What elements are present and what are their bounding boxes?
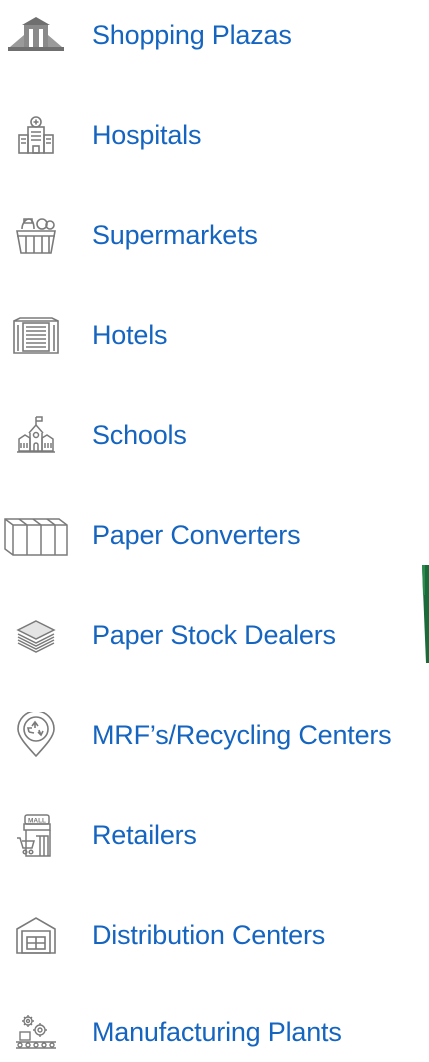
list-item-supermarkets: Supermarkets	[0, 205, 429, 265]
list-item-label: Supermarkets	[92, 219, 258, 250]
list-item-label: Distribution Centers	[92, 919, 326, 950]
school-icon	[2, 410, 70, 460]
shopping-plaza-icon	[2, 10, 70, 60]
list-item-label: Paper Stock Dealers	[92, 619, 336, 650]
list-item-label: Paper Converters	[92, 519, 301, 550]
paper-converter-icon	[2, 510, 70, 560]
recycling-location-pin-icon	[2, 710, 70, 760]
list-item-shopping-plazas: Shopping Plazas	[0, 5, 429, 65]
list-item-recycling-centers: MRF’s/Recycling Centers	[0, 705, 429, 765]
mall-cart-icon: MALL	[2, 810, 70, 860]
list-item-label: Shopping Plazas	[92, 19, 292, 50]
list-item-hotels: Hotels	[0, 305, 429, 365]
list-item-schools: Schools	[0, 405, 429, 465]
list-item-label: MRF’s/Recycling Centers	[92, 719, 392, 750]
hotel-building-icon	[2, 310, 70, 360]
list-item-label: Manufacturing Plants	[92, 1016, 342, 1047]
decorative-green-shape	[422, 565, 429, 663]
list-item-label: Hospitals	[92, 119, 202, 150]
facility-type-list: Shopping Plazas Hospitals Supermarkets H…	[0, 0, 429, 1050]
list-item-label: Schools	[92, 419, 187, 450]
list-item-label: Retailers	[92, 819, 197, 850]
supermarket-basket-icon	[2, 210, 70, 260]
hospital-icon	[2, 110, 70, 160]
list-item-label: Hotels	[92, 319, 168, 350]
list-item-paper-stock-dealers: Paper Stock Dealers	[0, 605, 429, 665]
list-item-retailers: MALL Retailers	[0, 805, 429, 865]
list-item-manufacturing-plants: Manufacturing Plants	[0, 1002, 429, 1062]
list-item-paper-converters: Paper Converters	[0, 505, 429, 565]
list-item-distribution-centers: Distribution Centers	[0, 905, 429, 965]
paper-stack-layers-icon	[2, 610, 70, 660]
list-item-hospitals: Hospitals	[0, 105, 429, 165]
warehouse-icon	[2, 910, 70, 960]
